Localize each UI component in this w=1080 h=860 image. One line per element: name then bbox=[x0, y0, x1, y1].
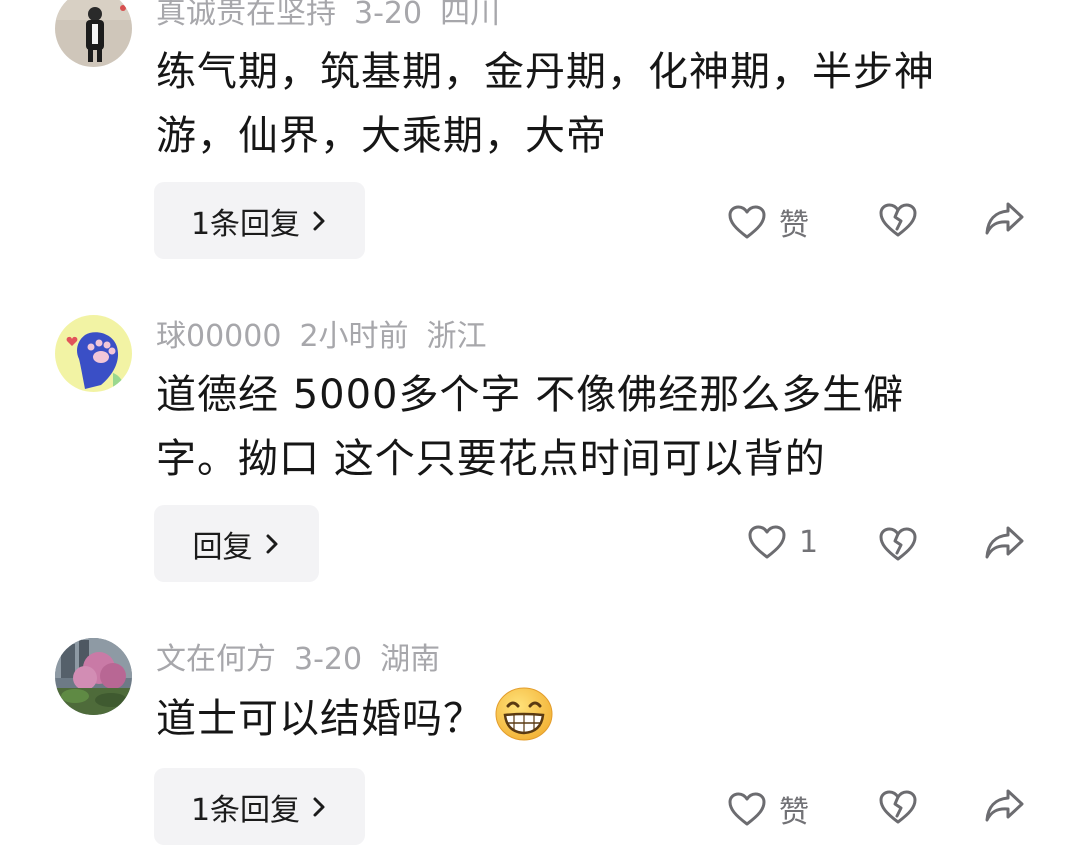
timestamp: 3-20 bbox=[354, 0, 423, 31]
comment-text: 道德经 5000多个字 不像佛经那么多生僻 字。拗口 这个只要花点时间可以背的 bbox=[156, 363, 1016, 491]
view-replies-button[interactable]: 1条回复 bbox=[154, 182, 365, 259]
comment-meta: 球00000 2小时前 浙江 bbox=[156, 317, 505, 357]
comment-text-content: 道士可以结婚吗？ bbox=[156, 696, 484, 742]
comment-list: 真诚贵在坚持 3-20 四川 练气期，筑基期，金丹期，化神期，半步神 游，仙界，大乘… bbox=[0, 0, 1080, 860]
timestamp: 2小时前 bbox=[299, 319, 409, 354]
reply-button-label: 1条回复 bbox=[190, 206, 301, 242]
comment-text-line: 练气期，筑基期，金丹期，化神期，半步神 bbox=[156, 49, 935, 95]
avatar[interactable] bbox=[55, 315, 132, 392]
location: 湖南 bbox=[380, 642, 441, 677]
like-button[interactable]: 赞 bbox=[727, 200, 809, 244]
dislike-broken-heart-icon bbox=[879, 790, 917, 824]
dislike-button[interactable] bbox=[878, 789, 918, 825]
avatar[interactable] bbox=[55, 0, 132, 67]
timestamp: 3-20 bbox=[294, 642, 363, 677]
avatar[interactable] bbox=[55, 638, 132, 715]
comment-meta: 文在何方 3-20 湖南 bbox=[156, 640, 458, 680]
dislike-broken-heart-icon bbox=[879, 527, 917, 561]
heart-outline-icon bbox=[728, 205, 766, 239]
heart-outline-icon bbox=[728, 792, 766, 826]
comment-text: 练气期，筑基期，金丹期，化神期，半步神 游，仙界，大乘期，大帝 bbox=[156, 40, 1016, 168]
comment-text-line: 字。拗口 这个只要花点时间可以背的 bbox=[156, 436, 826, 482]
username[interactable]: 文在何方 bbox=[156, 640, 276, 680]
chevron-right-icon bbox=[313, 211, 325, 230]
comment-text-line: 游，仙界，大乘期，大帝 bbox=[156, 113, 607, 159]
location: 四川 bbox=[440, 0, 501, 31]
share-button[interactable] bbox=[983, 200, 1025, 238]
grinning-emoji bbox=[495, 687, 553, 741]
share-arrow-icon bbox=[985, 202, 1024, 235]
share-button[interactable] bbox=[983, 787, 1025, 825]
share-arrow-icon bbox=[985, 789, 1024, 822]
comment-text-line: 道士可以结婚吗？ bbox=[156, 686, 1016, 751]
username[interactable]: 球00000 bbox=[156, 317, 281, 357]
like-label: 赞 bbox=[779, 208, 809, 243]
username[interactable]: 真诚贵在坚持 bbox=[156, 0, 336, 34]
like-label: 赞 bbox=[779, 795, 809, 830]
dislike-button[interactable] bbox=[878, 202, 918, 238]
share-arrow-icon bbox=[985, 526, 1024, 559]
like-count: 1 bbox=[799, 524, 819, 560]
comment-meta: 真诚贵在坚持 3-20 四川 bbox=[156, 0, 518, 34]
heart-outline-icon bbox=[748, 525, 786, 559]
reply-button-label: 1条回复 bbox=[190, 792, 301, 828]
chevron-right-icon bbox=[266, 534, 277, 553]
chevron-right-icon bbox=[313, 797, 325, 816]
location: 浙江 bbox=[426, 319, 487, 354]
view-replies-button[interactable]: 1条回复 bbox=[154, 768, 365, 845]
share-button[interactable] bbox=[983, 524, 1025, 562]
like-button[interactable]: 赞 bbox=[727, 787, 809, 831]
dislike-broken-heart-icon bbox=[879, 203, 917, 237]
comment-text-line: 道德经 5000多个字 不像佛经那么多生僻 bbox=[156, 372, 905, 418]
reply-button[interactable]: 回复 bbox=[154, 505, 319, 582]
comment-text: 道士可以结婚吗？ bbox=[156, 686, 1016, 751]
like-button[interactable]: 1 bbox=[747, 524, 818, 560]
reply-button-label: 回复 bbox=[192, 529, 253, 565]
dislike-button[interactable] bbox=[878, 526, 918, 562]
